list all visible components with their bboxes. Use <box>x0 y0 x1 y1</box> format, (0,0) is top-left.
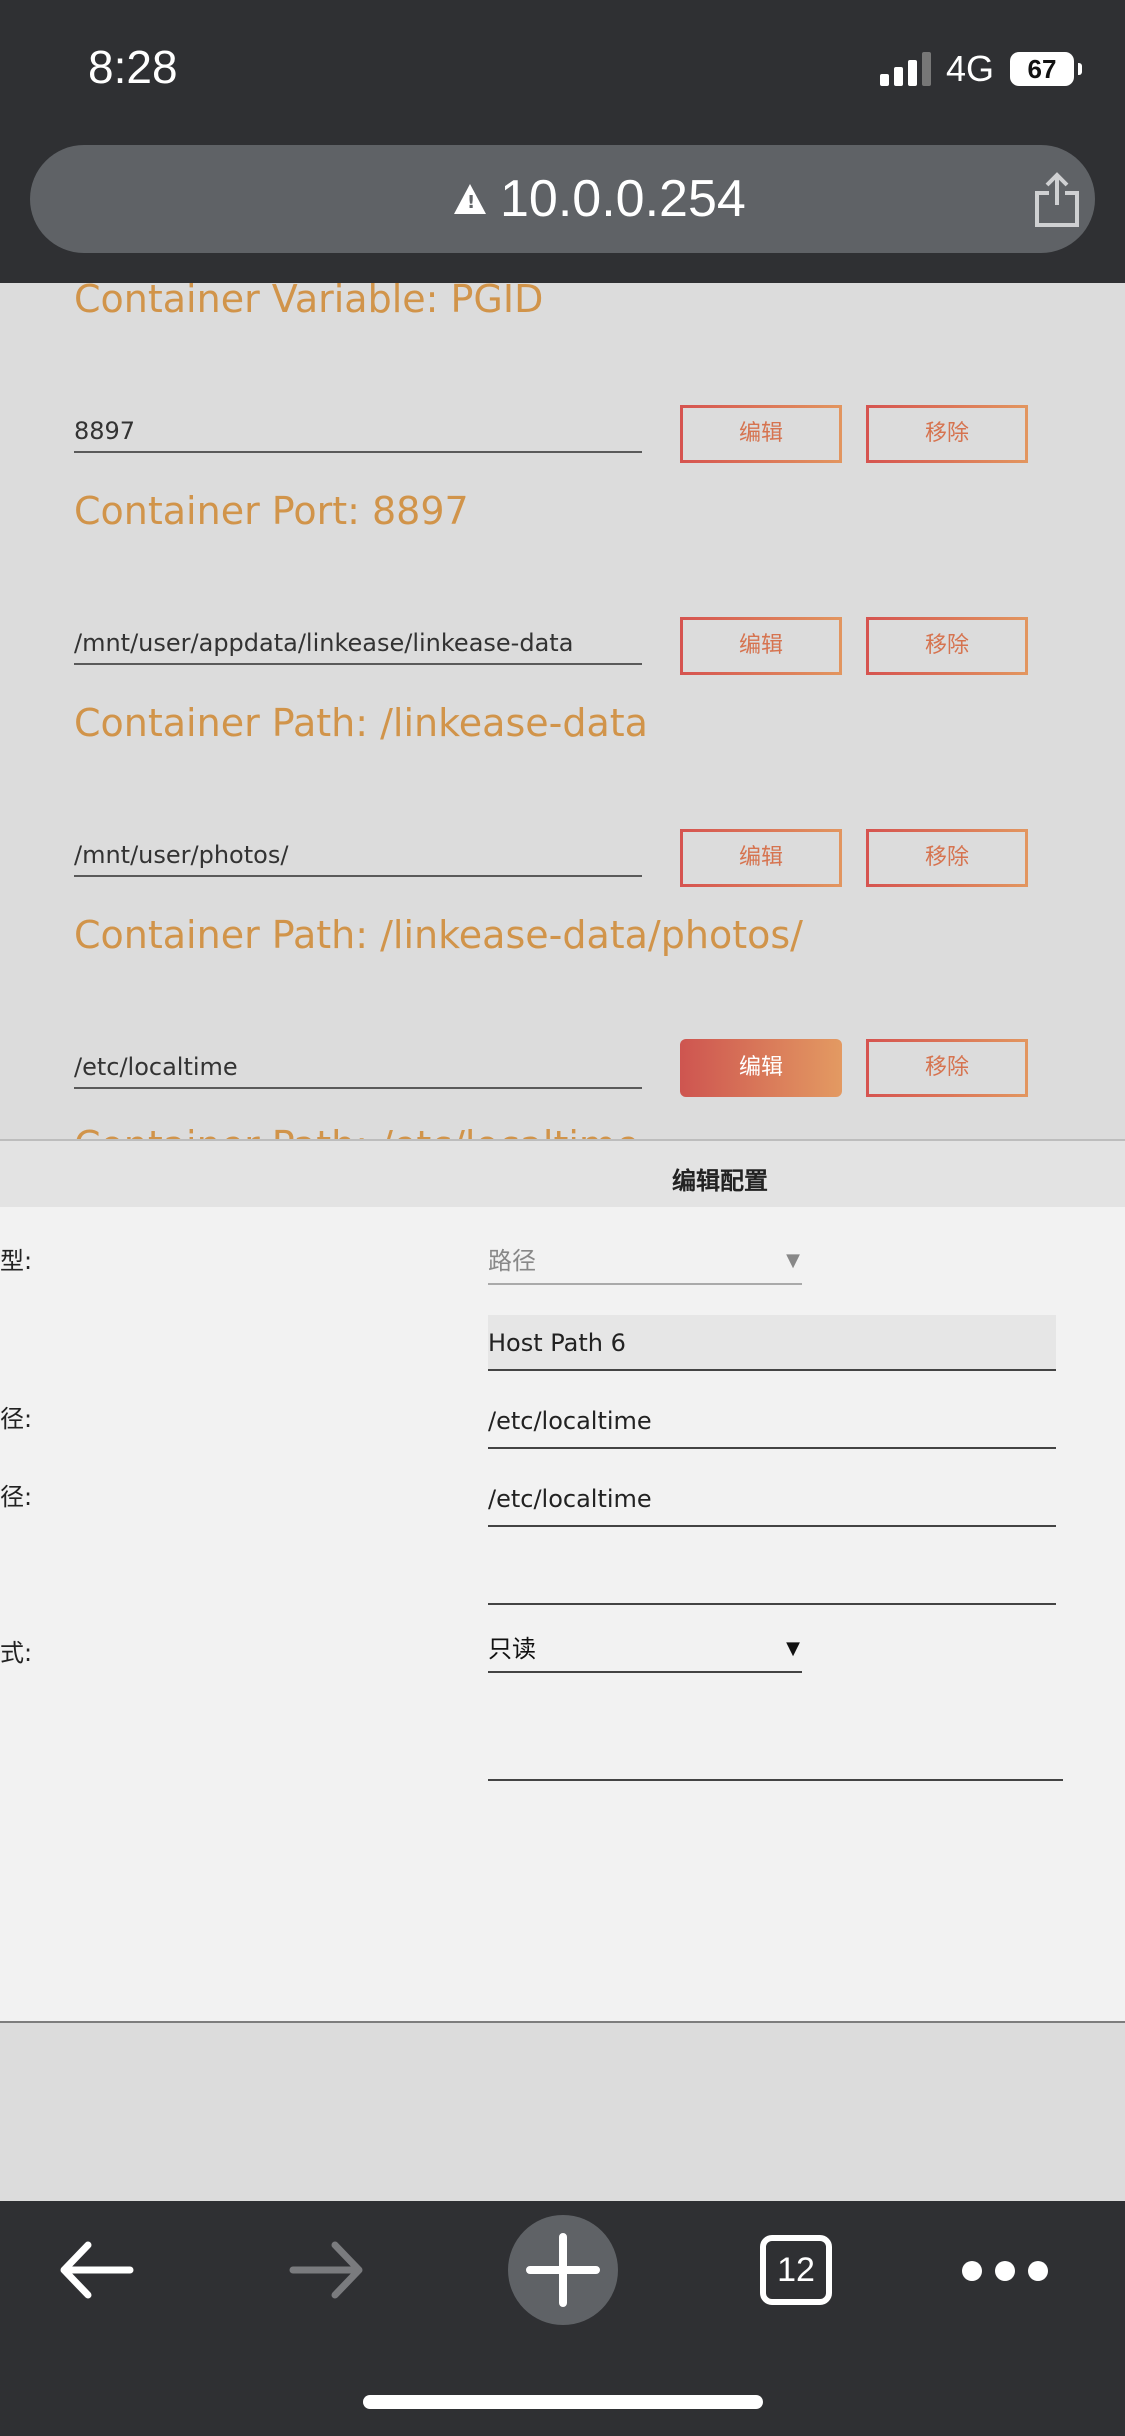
cellular-signal-icon <box>880 52 932 86</box>
address-bar[interactable]: 10.0.0.254 <box>30 145 1095 253</box>
chevron-down-icon: ▼ <box>786 1638 800 1659</box>
entry-value: /etc/localtime <box>74 1049 642 1089</box>
access-mode-select[interactable]: 只读 ▼ <box>488 1629 802 1673</box>
entry-value: 8897 <box>74 413 642 453</box>
sheet-title: 编辑配置 <box>672 1167 768 1195</box>
edit-config-sheet: 编辑配置 型: 路径 ▼ Host Path 6 径: /etc/localti… <box>0 1139 1125 1895</box>
entry-value: /mnt/user/appdata/linkease/linkease-data <box>74 625 642 665</box>
network-type: 4G <box>946 48 995 89</box>
chevron-down-icon: ▼ <box>786 1250 800 1271</box>
status-time: 8:28 <box>88 41 178 93</box>
docker-template-page: Container Variable: PGID 8897 编辑 移除 Cont… <box>0 283 1125 1139</box>
tab-count-button[interactable]: 12 <box>760 2235 832 2305</box>
entry-value: /mnt/user/photos/ <box>74 837 642 877</box>
edit-button[interactable]: 编辑 <box>680 617 842 675</box>
warning-icon <box>454 184 486 214</box>
section-title: Container Port: 8897 <box>74 489 469 533</box>
forward-arrow-icon[interactable] <box>287 2235 367 2305</box>
url-text: 10.0.0.254 <box>500 170 746 228</box>
plus-icon <box>526 2233 600 2307</box>
more-icon[interactable] <box>962 2261 1048 2281</box>
home-indicator <box>363 2395 763 2409</box>
battery-icon: 67 <box>1010 52 1082 86</box>
remove-button[interactable]: 移除 <box>866 617 1028 675</box>
new-tab-button[interactable] <box>508 2215 618 2325</box>
browser-top-chrome: 8:28 4G 67 10.0.0.254 <box>0 0 1125 283</box>
share-icon[interactable] <box>1031 171 1083 229</box>
default-value-field[interactable] <box>488 1549 1056 1605</box>
remove-button[interactable]: 移除 <box>866 829 1028 887</box>
section-title: Container Path: /linkease-data <box>74 701 648 745</box>
remove-button[interactable]: 移除 <box>866 405 1028 463</box>
edit-button[interactable]: 编辑 <box>680 829 842 887</box>
sheet-footer <box>0 1893 1125 2023</box>
section-title: Container Variable: PGID <box>74 283 544 321</box>
edit-button[interactable]: 编辑 <box>680 405 842 463</box>
back-arrow-icon[interactable] <box>56 2235 136 2305</box>
label-type: 型: <box>0 1247 33 1275</box>
access-mode-value: 只读 <box>488 1635 536 1663</box>
section-title: Container Path: /etc/localtime <box>74 1123 639 1139</box>
sheet-header: 编辑配置 <box>0 1141 1125 1207</box>
host-path-field[interactable]: /etc/localtime <box>488 1471 1056 1527</box>
container-path-field[interactable]: /etc/localtime <box>488 1393 1056 1449</box>
edit-button-active[interactable]: 编辑 <box>680 1039 842 1097</box>
type-select-value: 路径 <box>488 1247 536 1275</box>
type-select[interactable]: 路径 ▼ <box>488 1241 802 1285</box>
description-field[interactable] <box>488 1701 1063 1781</box>
label-container-path: 径: <box>0 1405 33 1433</box>
label-host-path: 径: <box>0 1483 33 1511</box>
label-access-mode: 式: <box>0 1639 33 1667</box>
name-field[interactable]: Host Path 6 <box>488 1315 1056 1371</box>
page-background <box>0 2023 1125 2201</box>
remove-button[interactable]: 移除 <box>866 1039 1028 1097</box>
section-title: Container Path: /linkease-data/photos/ <box>74 913 803 957</box>
